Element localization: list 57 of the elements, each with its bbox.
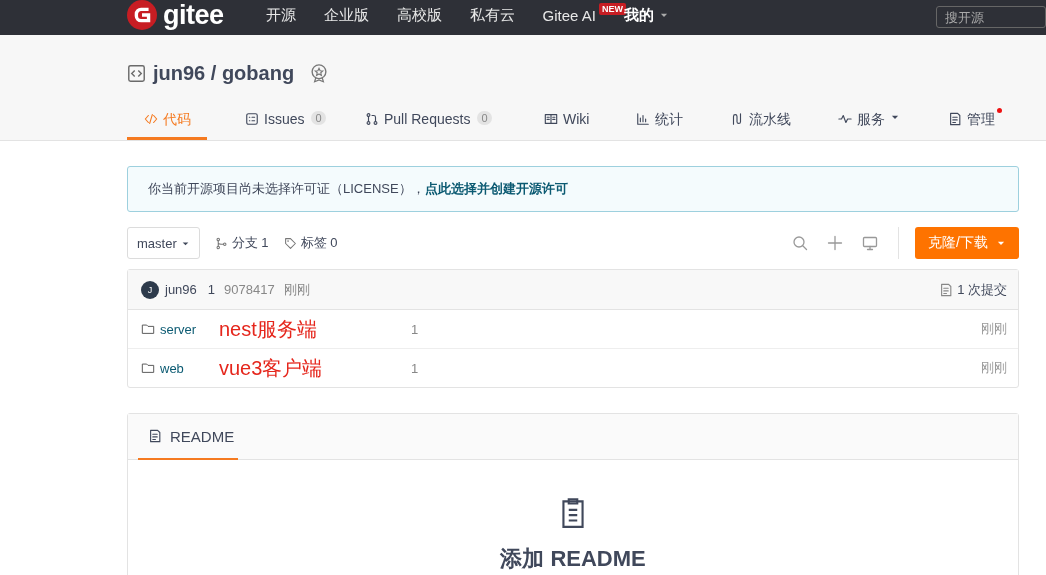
document-icon	[948, 112, 962, 126]
document-icon	[939, 282, 954, 297]
book-icon	[544, 112, 558, 126]
count-badge: 0	[311, 111, 326, 125]
bar-chart-icon	[636, 112, 650, 126]
commit-message: 1	[207, 282, 216, 297]
commit-message[interactable]: 1	[411, 321, 419, 337]
branches-link[interactable]: 分支 1	[214, 234, 269, 252]
tags-link[interactable]: 标签 0	[283, 234, 338, 252]
folder-icon	[141, 322, 155, 336]
logo-icon	[127, 0, 157, 30]
file-time: 刚刚	[981, 320, 1007, 338]
pulse-icon	[838, 112, 852, 126]
repo-tab[interactable]: 统计	[636, 111, 686, 140]
file-time: 刚刚	[981, 359, 1007, 377]
folder-link[interactable]: web	[141, 360, 219, 376]
commit-time: 刚刚	[283, 280, 310, 299]
list-icon	[245, 112, 259, 126]
repo-tab[interactable]: 服务	[838, 111, 908, 140]
document-icon	[148, 429, 162, 443]
avatar: J	[141, 280, 159, 299]
count-badge: 0	[477, 111, 492, 125]
pipeline-icon	[730, 112, 744, 126]
branch-dropdown[interactable]: master	[127, 227, 200, 259]
plus-icon[interactable]	[827, 235, 844, 251]
search-field[interactable]: 搜开源	[936, 6, 1046, 28]
annotation-text: vue3客户端	[219, 355, 324, 381]
annotation-text: nest服务端	[219, 316, 318, 342]
nav-link[interactable]: 私有云	[469, 5, 515, 25]
logo-text[interactable]: gitee	[163, 0, 224, 31]
folder-icon	[141, 361, 155, 375]
author-link[interactable]: jun96	[165, 282, 197, 297]
search-icon[interactable]	[792, 235, 809, 251]
branch-icon	[214, 236, 228, 250]
license-link[interactable]: 点此选择并创建开源许可	[424, 181, 568, 196]
nav-link[interactable]: 高校版	[396, 5, 442, 25]
folder-link[interactable]: server	[141, 321, 219, 337]
badge-icon	[309, 63, 330, 83]
repo-icon	[127, 63, 146, 83]
code-icon	[143, 112, 158, 126]
notice-text: 你当前开源项目尚未选择许可证（LICENSE），点此选择并创建开源许可	[148, 180, 568, 198]
commit-message[interactable]: 1	[411, 360, 419, 376]
pull-request-icon	[365, 112, 379, 126]
repo-tab[interactable]: 流水线	[730, 111, 800, 140]
readme-tab[interactable]: README	[138, 414, 238, 460]
commit-count-link[interactable]: 1 次提交	[939, 280, 1007, 299]
repo-tab[interactable]: Issues 0	[245, 111, 325, 140]
tag-icon	[283, 236, 297, 250]
repo-tab[interactable]: Wiki	[544, 111, 594, 140]
monitor-icon[interactable]	[862, 235, 879, 251]
nav-link[interactable]: 开源	[265, 5, 296, 25]
nav-link[interactable]: 企业版	[323, 5, 369, 25]
repo-tab[interactable]: 管理	[948, 111, 995, 140]
readme-heading: 添加 README	[500, 545, 646, 573]
repo-tab[interactable]: Pull Requests 0	[365, 111, 501, 140]
nav-link[interactable]: 我的	[623, 5, 669, 25]
repo-title[interactable]: jun96 / gobang	[153, 61, 295, 85]
